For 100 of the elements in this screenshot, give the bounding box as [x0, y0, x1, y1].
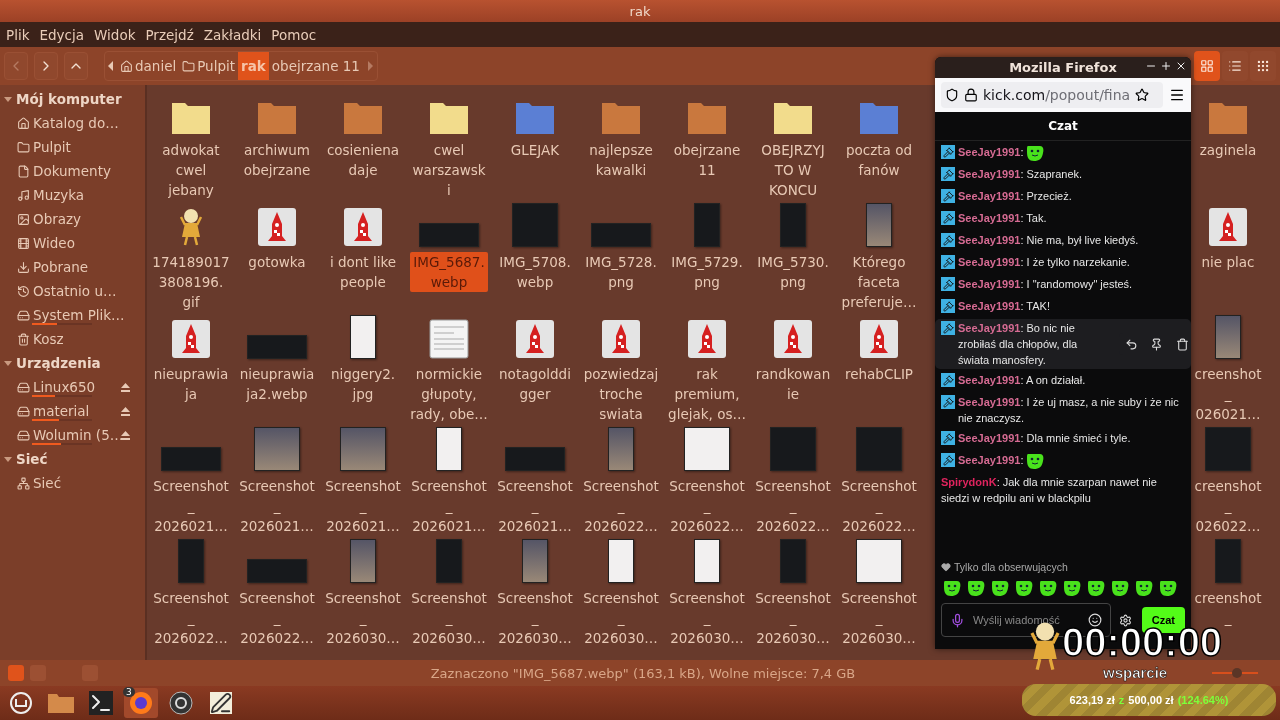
file-name[interactable]: randkowan ie [752, 364, 834, 404]
file-name[interactable]: rehabCLIP [842, 364, 916, 384]
file-name[interactable]: pozwiedzaj troche swiata [580, 364, 662, 424]
file-name[interactable]: Screenshot _ 2026030… [752, 588, 834, 648]
firefox-icon[interactable]: 3 [124, 688, 158, 718]
file-name[interactable]: OBEJRZYJ TO W KONCU [758, 140, 828, 200]
microphone-icon[interactable] [950, 612, 965, 628]
file-name[interactable]: Screenshot _ 2026030… [408, 588, 490, 648]
maximize-icon[interactable] [1160, 60, 1172, 72]
file-name[interactable]: Którego faceta preferuje… [838, 252, 920, 312]
file-name[interactable]: adwokat cwel jebany [159, 140, 223, 200]
file-name[interactable]: creenshot _ 026021… [1191, 364, 1265, 424]
menu-item[interactable]: Pomoc [267, 26, 321, 43]
address-bar[interactable]: kick.com/popout/fina [941, 82, 1163, 108]
file-name[interactable]: IMG_5730. png [754, 252, 832, 292]
breadcrumb-item[interactable]: obejrzane 11 [268, 52, 363, 80]
sidebar-item[interactable]: Muzyka [33, 187, 85, 203]
places-toggle[interactable] [8, 665, 24, 681]
sidebar-item[interactable]: Linux650 [33, 379, 96, 395]
sidebar-item[interactable]: Dokumenty [33, 163, 111, 179]
shield-icon[interactable] [945, 88, 959, 102]
smiley-icon[interactable] [1088, 613, 1102, 627]
rocket-icon [687, 319, 727, 359]
file-name[interactable]: poczta od fanów [843, 140, 915, 180]
file-name[interactable]: cosieniena daje [323, 140, 403, 180]
file-name[interactable]: 174189017 3808196. gif [149, 252, 233, 312]
file-name[interactable]: IMG_5708. webp [496, 252, 574, 292]
list-view-button[interactable] [1222, 51, 1248, 81]
file-name[interactable]: archiwum obejrzane [240, 140, 314, 180]
file-name[interactable]: normickie głupoty, rady, obe… [407, 364, 491, 424]
reply-icon[interactable] [1125, 337, 1139, 351]
menu-icon[interactable] [1169, 87, 1185, 103]
file-name[interactable]: najlepsze kawalki [586, 140, 656, 180]
file-name[interactable]: GLEJAK [507, 140, 563, 160]
breadcrumb-item[interactable]: Pulpit [179, 52, 239, 80]
file-name[interactable]: Screenshot _ 2026021… [408, 476, 490, 536]
file-name[interactable]: Screenshot _ 2026030… [580, 588, 662, 648]
eject-icon[interactable] [121, 406, 130, 416]
file-name[interactable]: nie plac [1198, 252, 1258, 272]
sidebar-item[interactable]: System Plik… [33, 307, 125, 323]
sidebar-item[interactable]: Sieć [33, 475, 62, 491]
file-name[interactable]: obejrzane 11 [670, 140, 744, 180]
file-name[interactable]: Screenshot _ 2026022… [666, 476, 748, 536]
file-name[interactable]: creenshot _ [1191, 588, 1265, 628]
caret-icon[interactable] [4, 455, 12, 463]
caret-icon[interactable] [4, 95, 12, 103]
file-name[interactable]: Screenshot _ 2026022… [580, 476, 662, 536]
eject-icon[interactable] [121, 430, 130, 440]
menu-item[interactable]: Zakładki [199, 26, 266, 43]
menu-item[interactable]: Edycja [35, 26, 88, 43]
file-name[interactable]: IMG_5687. webp [410, 252, 488, 292]
breadcrumb-item[interactable]: daniel [117, 52, 180, 80]
eject-icon[interactable] [121, 382, 130, 392]
sidebar-item[interactable]: Katalog do… [33, 115, 119, 131]
menu-item[interactable]: Plik [2, 26, 34, 43]
file-name[interactable]: Screenshot _ 2026021… [236, 476, 318, 536]
file-name[interactable]: Screenshot _ 2026030… [838, 588, 920, 648]
highlighted-message[interactable]: SeeJay1991: Bo nic nie zrobiłaś dla chłopów, dla świata manosfery. [935, 319, 1191, 369]
file-name[interactable]: i dont like people [326, 252, 400, 292]
file-name[interactable]: gotowka [245, 252, 309, 272]
file-name[interactable]: Screenshot _ 2026021… [494, 476, 576, 536]
file-name[interactable]: Screenshot _ 2026022… [752, 476, 834, 536]
sidebar-item[interactable]: Pobrane [33, 259, 89, 275]
pin-icon[interactable] [1150, 337, 1164, 351]
menu-item[interactable]: Przejdź [141, 26, 198, 43]
settings-icon[interactable] [1119, 613, 1132, 627]
sidebar-item[interactable]: Wideo [33, 235, 75, 251]
file-name[interactable]: Screenshot _ 2026021… [322, 476, 404, 536]
file-name[interactable]: Screenshot _ 2026022… [236, 588, 318, 648]
file-name[interactable]: IMG_5729. png [668, 252, 746, 292]
file-name[interactable]: nieuprawia ja2.webp [236, 364, 318, 404]
bookmark-star-icon[interactable] [1135, 88, 1150, 102]
file-name[interactable]: zaginela [1196, 140, 1260, 160]
file-name[interactable]: Screenshot _ 2026030… [494, 588, 576, 648]
sidebar-item[interactable]: Wolumin (5… [33, 427, 124, 443]
sidebar-item[interactable]: Ostatnio u… [33, 283, 117, 299]
sidebar-item[interactable]: Kosz [33, 331, 64, 347]
caret-icon[interactable] [4, 359, 12, 367]
compact-view-button[interactable] [1250, 51, 1276, 81]
sidebar-item[interactable]: Obrazy [33, 211, 82, 227]
file-name[interactable]: rak premium, glejak, os… [665, 364, 749, 424]
file-name[interactable]: Screenshot _ 2026022… [150, 588, 232, 648]
file-name[interactable]: Screenshot _ 2026022… [838, 476, 920, 536]
file-name[interactable]: creenshot _ 026022… [1191, 476, 1265, 536]
icon-view-button[interactable] [1194, 51, 1220, 81]
sidebar-item[interactable]: Pulpit [33, 139, 71, 155]
file-name[interactable]: Screenshot _ 2026030… [666, 588, 748, 648]
file-name[interactable]: Screenshot _ 2026030… [322, 588, 404, 648]
file-name[interactable]: IMG_5728. png [582, 252, 660, 292]
menu-item[interactable]: Widok [90, 26, 140, 43]
chat-message: SeeJay1991: I że tylko narzekanie. [958, 255, 1130, 270]
delete-icon[interactable] [1175, 337, 1189, 351]
sidebar-item[interactable]: material [33, 403, 90, 419]
file-name[interactable]: Screenshot _ 2026021… [150, 476, 232, 536]
slider-thumb[interactable] [1232, 668, 1243, 678]
close-icon[interactable] [1175, 60, 1187, 72]
file-name[interactable]: nieuprawia ja [150, 364, 232, 404]
file-name[interactable]: niggery2. jpg [327, 364, 399, 404]
file-name[interactable]: cwel warszawsk i [409, 140, 489, 200]
file-name[interactable]: notagolddi gger [496, 364, 574, 404]
